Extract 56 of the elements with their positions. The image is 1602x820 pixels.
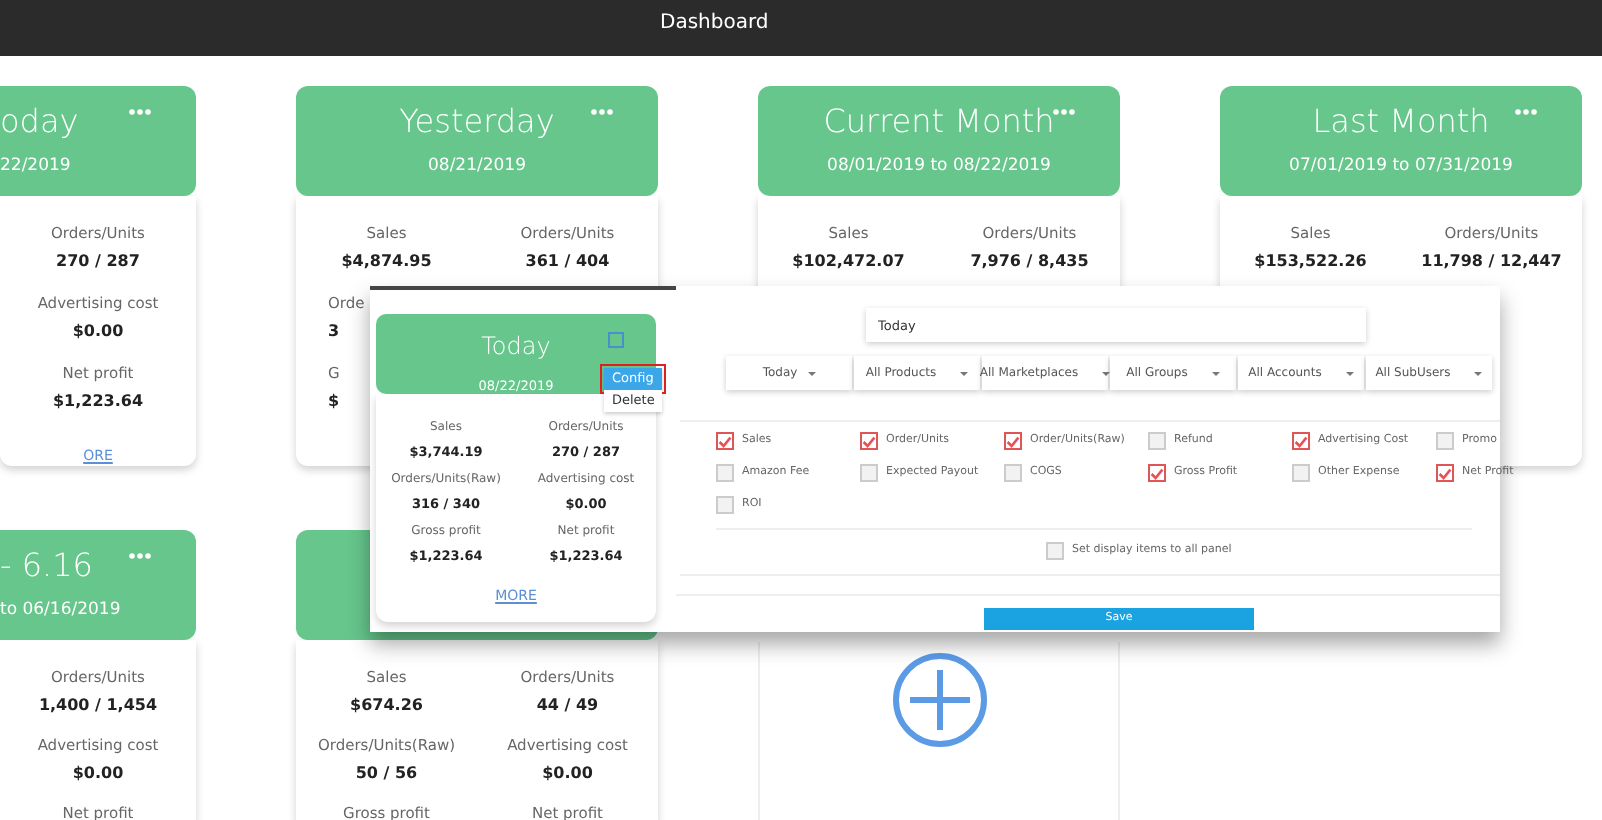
stat-value: $0.00	[72, 320, 124, 342]
stat-value: $1,223.64	[52, 390, 144, 412]
checkbox[interactable]	[1292, 464, 1310, 482]
caret-icon	[960, 371, 969, 375]
stat-value: 270 / 287	[56, 250, 140, 272]
stat-value: 3	[328, 320, 340, 342]
stat-value: 11,798 / 12,447	[1421, 250, 1562, 272]
stat-value: $	[328, 390, 340, 412]
card-title: - 6.16	[0, 546, 93, 586]
stat-value: 7,976 / 8,435	[970, 250, 1089, 272]
card-title: Last Month	[1312, 102, 1490, 142]
card-date: 08/01/2019 to 08/22/2019	[827, 154, 1051, 178]
card-title: Yesterday	[399, 102, 555, 142]
checkbox[interactable]	[1436, 432, 1454, 450]
more-icon[interactable]	[1514, 108, 1538, 116]
stat-value: 44 / 49	[536, 694, 599, 716]
card-title: oday	[0, 102, 79, 142]
stat-value: $0.00	[542, 762, 593, 784]
checkbox[interactable]	[1148, 432, 1166, 450]
stat-value: 50 / 56	[355, 762, 418, 784]
stat-value: 361 / 404	[525, 250, 610, 272]
checkbox[interactable]	[716, 464, 734, 482]
more-icon[interactable]	[128, 552, 152, 560]
checkbox[interactable]	[1148, 464, 1166, 482]
caret-icon	[1345, 371, 1354, 375]
card-date: 08/21/2019	[428, 154, 526, 178]
checkbox[interactable]	[1004, 432, 1022, 450]
add-icon[interactable]	[891, 652, 987, 748]
checkbox[interactable]	[1436, 464, 1454, 482]
checkbox[interactable]	[1046, 542, 1064, 560]
page-title: Dashboard	[660, 12, 769, 34]
card-date: 07/01/2019 to 07/31/2019	[1289, 154, 1513, 178]
checkbox[interactable]	[860, 464, 878, 482]
stat-value: $4,874.95	[341, 250, 432, 272]
card-date: to 06/16/2019	[0, 598, 121, 622]
more-icon[interactable]	[1052, 108, 1076, 116]
checkbox[interactable]	[1292, 432, 1310, 450]
stat-value: 1,400 / 1,454	[38, 694, 158, 716]
card-date: 22/2019	[0, 154, 71, 178]
checkbox[interactable]	[860, 432, 878, 450]
card-title: Current Month	[823, 102, 1055, 142]
stat-value: $0.00	[72, 762, 124, 784]
square-icon[interactable]	[608, 332, 624, 348]
more-icon[interactable]	[128, 108, 152, 116]
checkbox[interactable]	[716, 496, 734, 514]
caret-icon	[1474, 371, 1483, 375]
caret-icon	[1211, 371, 1220, 375]
checkbox[interactable]	[1004, 464, 1022, 482]
stat-value: $102,472.07	[792, 250, 905, 272]
caret-icon	[807, 371, 816, 375]
stat-value: $674.26	[350, 694, 423, 716]
card-title: Today	[481, 332, 551, 362]
more-icon[interactable]	[590, 108, 614, 116]
add-card[interactable]	[758, 642, 1120, 820]
stat-value: $153,522.26	[1254, 250, 1367, 272]
checkbox[interactable]	[716, 432, 734, 450]
